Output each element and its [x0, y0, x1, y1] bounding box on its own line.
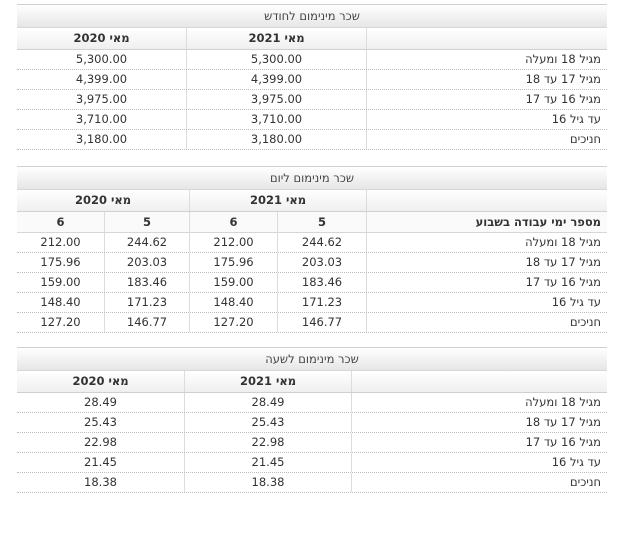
hourly-value-2020: 18.38 [17, 473, 185, 492]
row-label: מגיל 17 עד 18 [525, 415, 601, 429]
row-label: עד גיל 16 [551, 112, 601, 126]
daily-days-5-2021: 5 [278, 212, 367, 232]
hourly-value-2020: 25.43 [17, 413, 185, 432]
table-row: 18.38 18.38 חניכים [17, 473, 607, 493]
hourly-value-2020: 22.98 [17, 433, 185, 452]
monthly-header-row: מאי 2020 מאי 2021 [17, 28, 607, 50]
hourly-value-2021: 21.45 [185, 453, 352, 472]
daily-value-2020-6: 148.40 [17, 293, 105, 312]
row-label: חניכים [570, 132, 601, 146]
daily-days-label: מספר ימי עבודה בשבוע [475, 215, 601, 229]
daily-col-label [367, 190, 607, 211]
hourly-value-2021: 28.49 [185, 393, 352, 412]
table-row: 148.40 171.23 148.40 171.23 עד גיל 16 [17, 293, 607, 313]
daily-table-title: שכר מינימום ליום [17, 166, 607, 190]
daily-col-2021: מאי 2021 [190, 190, 367, 211]
monthly-value-2021: 4,399.00 [187, 70, 367, 89]
table-row: 212.00 244.62 212.00 244.62 מגיל 18 ומעל… [17, 233, 607, 253]
row-label: מגיל 18 ומעלה [525, 235, 601, 249]
monthly-value-2021: 3,710.00 [187, 110, 367, 129]
daily-value-2020-6: 175.96 [17, 253, 105, 272]
table-row: 127.20 146.77 127.20 146.77 חניכים [17, 313, 607, 333]
daily-value-2020-6: 127.20 [17, 313, 105, 332]
hourly-value-2021: 22.98 [185, 433, 352, 452]
daily-value-2020-5: 171.23 [105, 293, 190, 312]
monthly-value-2020: 4,399.00 [17, 70, 187, 89]
monthly-value-2020: 5,300.00 [17, 50, 187, 69]
daily-value-2021-5: 203.03 [278, 253, 367, 272]
monthly-value-2021: 3,180.00 [187, 130, 367, 149]
daily-value-2021-5: 171.23 [278, 293, 367, 312]
daily-value-2020-5: 146.77 [105, 313, 190, 332]
daily-value-2020-6: 212.00 [17, 233, 105, 252]
row-label: מגיל 18 ומעלה [525, 52, 601, 66]
daily-value-2021-6: 148.40 [190, 293, 278, 312]
table-row: 175.96 203.03 175.96 203.03 מגיל 17 עד 1… [17, 253, 607, 273]
daily-value-2021-5: 244.62 [278, 233, 367, 252]
monthly-value-2021: 5,300.00 [187, 50, 367, 69]
monthly-col-2020: מאי 2020 [17, 28, 187, 49]
table-row: 28.49 28.49 מגיל 18 ומעלה [17, 393, 607, 413]
hourly-header-row: מאי 2020 מאי 2021 [17, 371, 607, 393]
daily-days-6-2021: 6 [190, 212, 278, 232]
daily-value-2020-5: 244.62 [105, 233, 190, 252]
table-row: 5,300.00 5,300.00 מגיל 18 ומעלה [17, 50, 607, 70]
daily-value-2020-6: 159.00 [17, 273, 105, 292]
table-row: 25.43 25.43 מגיל 17 עד 18 [17, 413, 607, 433]
daily-col-2020: מאי 2020 [17, 190, 190, 211]
row-label: עד גיל 16 [551, 455, 601, 469]
row-label: מגיל 18 ומעלה [525, 395, 601, 409]
daily-days-5-2020: 5 [105, 212, 190, 232]
row-label: עד גיל 16 [551, 295, 601, 309]
daily-header-row: מאי 2020 מאי 2021 [17, 190, 607, 212]
hourly-table-title: שכר מינימום לשעה [17, 347, 607, 371]
monthly-value-2020: 3,710.00 [17, 110, 187, 129]
row-label: מגיל 16 עד 17 [525, 92, 601, 106]
hourly-value-2020: 21.45 [17, 453, 185, 472]
daily-wage-table: שכר מינימום ליום מאי 2020 מאי 2021 6 5 6… [17, 166, 607, 333]
row-label: מגיל 17 עד 18 [525, 72, 601, 86]
monthly-value-2020: 3,180.00 [17, 130, 187, 149]
hourly-value-2021: 18.38 [185, 473, 352, 492]
daily-value-2021-5: 146.77 [278, 313, 367, 332]
daily-value-2021-6: 175.96 [190, 253, 278, 272]
daily-days-6-2020: 6 [17, 212, 105, 232]
daily-value-2021-6: 159.00 [190, 273, 278, 292]
monthly-col-label [367, 28, 607, 49]
row-label: מגיל 16 עד 17 [525, 435, 601, 449]
monthly-wage-table: שכר מינימום לחודש מאי 2020 מאי 2021 5,30… [17, 4, 607, 150]
monthly-table-title: שכר מינימום לחודש [17, 4, 607, 28]
hourly-col-2021: מאי 2021 [185, 371, 352, 392]
monthly-col-2021: מאי 2021 [187, 28, 367, 49]
hourly-wage-table: שכר מינימום לשעה מאי 2020 מאי 2021 28.49… [17, 347, 607, 493]
row-label: חניכים [570, 315, 601, 329]
row-label: מגיל 17 עד 18 [525, 255, 601, 269]
daily-value-2020-5: 203.03 [105, 253, 190, 272]
row-label: חניכים [570, 475, 601, 489]
row-label: מגיל 16 עד 17 [525, 275, 601, 289]
monthly-value-2020: 3,975.00 [17, 90, 187, 109]
daily-value-2020-5: 183.46 [105, 273, 190, 292]
monthly-value-2021: 3,975.00 [187, 90, 367, 109]
daily-subheader-row: 6 5 6 5 מספר ימי עבודה בשבוע [17, 212, 607, 233]
table-row: 22.98 22.98 מגיל 16 עד 17 [17, 433, 607, 453]
hourly-value-2021: 25.43 [185, 413, 352, 432]
daily-value-2021-6: 127.20 [190, 313, 278, 332]
hourly-col-label [352, 371, 607, 392]
table-row: 3,710.00 3,710.00 עד גיל 16 [17, 110, 607, 130]
table-row: 3,975.00 3,975.00 מגיל 16 עד 17 [17, 90, 607, 110]
table-row: 4,399.00 4,399.00 מגיל 17 עד 18 [17, 70, 607, 90]
daily-value-2021-5: 183.46 [278, 273, 367, 292]
table-row: 3,180.00 3,180.00 חניכים [17, 130, 607, 150]
table-row: 21.45 21.45 עד גיל 16 [17, 453, 607, 473]
hourly-value-2020: 28.49 [17, 393, 185, 412]
daily-value-2021-6: 212.00 [190, 233, 278, 252]
table-row: 159.00 183.46 159.00 183.46 מגיל 16 עד 1… [17, 273, 607, 293]
hourly-col-2020: מאי 2020 [17, 371, 185, 392]
